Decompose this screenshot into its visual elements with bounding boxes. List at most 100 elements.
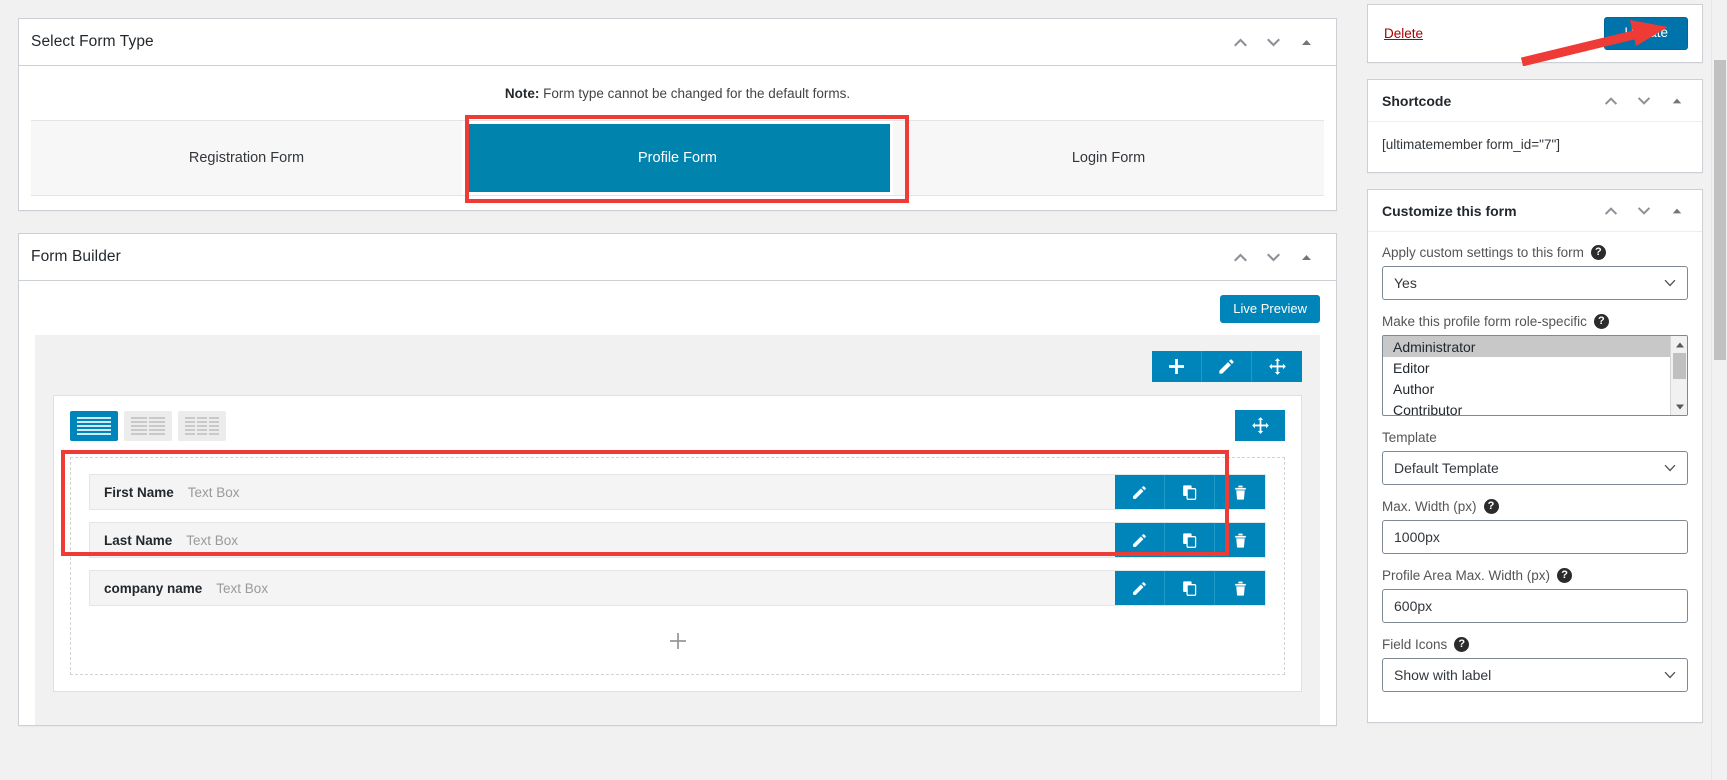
column-layout-group bbox=[70, 410, 226, 441]
move-panel-up-button[interactable] bbox=[1225, 27, 1256, 58]
setting-apply-custom-settings: Apply custom settings to this form ? Yes bbox=[1382, 245, 1688, 301]
drag-row-handle[interactable] bbox=[1235, 410, 1285, 441]
triangle-up-icon bbox=[1302, 254, 1311, 260]
toggle-panel-button[interactable] bbox=[1661, 195, 1692, 226]
profile-area-max-width-input[interactable]: 600px bbox=[1382, 589, 1688, 624]
shortcode-panel-header: Shortcode bbox=[1368, 80, 1702, 123]
role-option-contributor[interactable]: Contributor bbox=[1383, 399, 1670, 415]
triangle-down-icon bbox=[1675, 404, 1684, 410]
chevron-up-icon bbox=[1234, 38, 1247, 46]
role-specific-multiselect[interactable]: Administrator Editor Author Contributor bbox=[1382, 335, 1688, 417]
select-form-type-body: Note: Form type cannot be changed for th… bbox=[19, 66, 1336, 203]
field-label: company name bbox=[104, 580, 203, 596]
select-form-type-title: Select Form Type bbox=[31, 33, 154, 50]
scrollbar-thumb[interactable] bbox=[1673, 353, 1686, 380]
panel-handle-actions bbox=[1225, 27, 1322, 58]
help-icon[interactable]: ? bbox=[1454, 637, 1470, 653]
tab-label: Registration Form bbox=[188, 150, 305, 166]
toggle-panel-button[interactable] bbox=[1291, 27, 1322, 58]
help-icon[interactable]: ? bbox=[1590, 245, 1606, 261]
layout-segment bbox=[131, 416, 147, 435]
setting-label-row: Template bbox=[1382, 430, 1688, 445]
setting-field-icons: Field Icons ? Show with label bbox=[1382, 637, 1688, 693]
table-row[interactable]: First Name Text Box bbox=[89, 474, 1266, 510]
two-column-layout-button[interactable] bbox=[124, 410, 172, 441]
move-panel-down-button[interactable] bbox=[1258, 27, 1289, 58]
edit-field-button[interactable] bbox=[1115, 523, 1165, 557]
toggle-panel-button[interactable] bbox=[1661, 85, 1692, 116]
duplicate-icon bbox=[1183, 484, 1197, 500]
move-panel-up-button[interactable] bbox=[1225, 242, 1256, 273]
role-option-author[interactable]: Author bbox=[1383, 378, 1670, 399]
max-width-input[interactable]: 1000px bbox=[1382, 520, 1688, 555]
field-info: Last Name Text Box bbox=[90, 523, 1115, 557]
move-panel-down-button[interactable] bbox=[1628, 195, 1659, 226]
delete-field-button[interactable] bbox=[1215, 571, 1265, 605]
duplicate-field-button[interactable] bbox=[1165, 571, 1215, 605]
triangle-up-icon bbox=[1672, 208, 1681, 214]
setting-label: Field Icons bbox=[1382, 637, 1448, 653]
edit-field-button[interactable] bbox=[1115, 571, 1165, 605]
update-button[interactable]: Update bbox=[1604, 17, 1688, 51]
page-scrollbar[interactable] bbox=[1711, 0, 1727, 780]
multiselect-scrollbar[interactable] bbox=[1670, 336, 1687, 416]
add-row-button[interactable] bbox=[1152, 351, 1202, 382]
three-column-layout-button[interactable] bbox=[178, 410, 226, 441]
scroll-down-button[interactable] bbox=[1671, 399, 1687, 414]
template-select[interactable]: Default Template bbox=[1382, 451, 1688, 486]
scroll-up-button[interactable] bbox=[1671, 337, 1687, 352]
help-icon[interactable]: ? bbox=[1483, 499, 1499, 515]
table-row[interactable]: Last Name Text Box bbox=[89, 522, 1266, 558]
one-column-layout-button[interactable] bbox=[70, 410, 118, 441]
role-option-list: Administrator Editor Author Contributor bbox=[1383, 336, 1670, 415]
live-preview-button[interactable]: Live Preview bbox=[1220, 295, 1320, 323]
main-content-column: Select Form Type Note: Form type cannot … bbox=[0, 0, 1355, 748]
form-builder-body: Live Preview First Name Text Box Last Na… bbox=[19, 281, 1336, 725]
layout-segment bbox=[77, 416, 111, 435]
customize-panel-body: Apply custom settings to this form ? Yes… bbox=[1368, 232, 1702, 722]
trash-icon bbox=[1234, 533, 1246, 548]
move-panel-up-button[interactable] bbox=[1595, 195, 1626, 226]
setting-label: Profile Area Max. Width (px) bbox=[1382, 568, 1551, 584]
duplicate-field-button[interactable] bbox=[1165, 523, 1215, 557]
duplicate-field-button[interactable] bbox=[1165, 475, 1215, 509]
move-panel-down-button[interactable] bbox=[1628, 85, 1659, 116]
field-label: First Name bbox=[104, 484, 174, 500]
role-option-editor[interactable]: Editor bbox=[1383, 357, 1670, 378]
add-field-button[interactable] bbox=[89, 618, 1266, 664]
delete-field-button[interactable] bbox=[1215, 475, 1265, 509]
drag-row-button[interactable] bbox=[1252, 351, 1302, 382]
move-panel-down-button[interactable] bbox=[1258, 242, 1289, 273]
form-type-tab-profile[interactable]: Profile Form bbox=[462, 121, 893, 195]
form-type-tab-login[interactable]: Login Form bbox=[893, 121, 1324, 195]
apply-custom-settings-select[interactable]: Yes bbox=[1382, 266, 1688, 301]
setting-template: Template Default Template bbox=[1382, 430, 1688, 486]
field-type: Text Box bbox=[187, 484, 240, 500]
shortcode-value[interactable]: [ultimatemember form_id="7"] bbox=[1382, 135, 1688, 156]
chevron-down-icon bbox=[1267, 253, 1280, 261]
delete-field-button[interactable] bbox=[1215, 523, 1265, 557]
scrollbar-thumb[interactable] bbox=[1714, 60, 1726, 360]
shortcode-panel: Shortcode [ultimatemember form_id="7"] bbox=[1367, 79, 1703, 174]
canvas-row-toolbar bbox=[53, 351, 1302, 382]
edit-field-button[interactable] bbox=[1115, 475, 1165, 509]
form-type-tab-registration[interactable]: Registration Form bbox=[31, 121, 462, 195]
shortcode-panel-body: [ultimatemember form_id="7"] bbox=[1368, 122, 1702, 172]
help-icon[interactable]: ? bbox=[1557, 568, 1573, 584]
edit-row-button[interactable] bbox=[1202, 351, 1252, 382]
field-info: company name Text Box bbox=[90, 571, 1115, 605]
duplicate-icon bbox=[1183, 532, 1197, 548]
table-row[interactable]: company name Text Box bbox=[89, 570, 1266, 606]
toggle-panel-button[interactable] bbox=[1291, 242, 1322, 273]
delete-form-link[interactable]: Delete bbox=[1384, 26, 1423, 41]
panel-handle-actions bbox=[1225, 242, 1322, 273]
field-action-group bbox=[1115, 571, 1265, 605]
plugin-form-editor-screen: Select Form Type Note: Form type cannot … bbox=[0, 0, 1727, 780]
field-icons-select[interactable]: Show with label bbox=[1382, 658, 1688, 693]
trash-icon bbox=[1234, 485, 1246, 500]
form-type-tab-group: Registration Form Profile Form Login For… bbox=[31, 115, 1324, 203]
role-option-administrator[interactable]: Administrator bbox=[1383, 336, 1670, 358]
move-panel-up-button[interactable] bbox=[1595, 85, 1626, 116]
select-wrapper: Show with label bbox=[1382, 658, 1688, 693]
help-icon[interactable]: ? bbox=[1593, 314, 1609, 330]
